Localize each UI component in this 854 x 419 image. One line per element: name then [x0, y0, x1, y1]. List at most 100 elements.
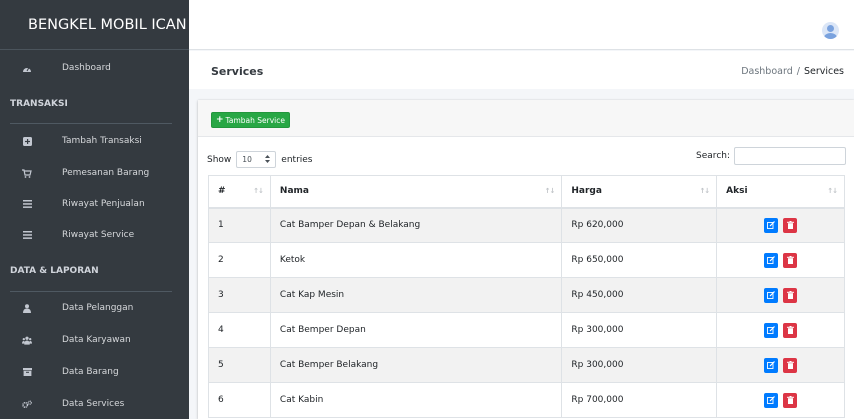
cell-no: 4 [208, 312, 271, 348]
sidebar-item-riwayat-service[interactable]: Riwayat Service [0, 220, 189, 250]
sidebar-item-data-pelanggan[interactable]: Data Pelanggan [0, 293, 189, 323]
search-wrap: Search: [696, 147, 846, 165]
sidebar-item-data-karyawan[interactable]: Data Karyawan [0, 325, 189, 355]
sidebar-item-label: Data Pelanggan [62, 303, 134, 313]
cell-no: 5 [208, 347, 271, 383]
sidebar-item-data-services[interactable]: Data Services [0, 389, 189, 419]
cell-aksi [716, 242, 845, 278]
sidebar-item-label: Tambah Transaksi [62, 136, 142, 146]
table-row: 5 Cat Bemper Belakang Rp 300,000 [208, 347, 845, 383]
section-header-transaksi: TRANSAKSI [10, 99, 68, 109]
services-card: + Tambah Service Show 10 entries Search:… [198, 100, 854, 419]
select-arrows-icon [265, 154, 271, 165]
column-header-no[interactable]: # ↑↓ [208, 175, 271, 209]
cell-harga: Rp 650,000 [561, 242, 718, 278]
cell-nama: Cat Kap Mesin [269, 277, 563, 313]
sidebar: BENGKEL MOBIL ICAN Dashboard TRANSAKSI T… [0, 0, 189, 419]
sidebar-item-label: Riwayat Penjualan [62, 199, 145, 209]
column-header-nama[interactable]: Nama ↑↓ [269, 175, 563, 209]
cell-harga: Rp 300,000 [561, 347, 718, 383]
cell-harga: Rp 620,000 [561, 207, 718, 243]
trash-icon [786, 256, 794, 264]
edit-button[interactable] [764, 252, 779, 268]
divider [10, 291, 172, 292]
cell-nama: Cat Bamper Depan & Belakang [269, 207, 563, 243]
edit-icon [767, 221, 776, 230]
search-label: Search: [696, 151, 730, 161]
tambah-service-label: Tambah Service [225, 115, 286, 125]
delete-button[interactable] [783, 357, 798, 373]
sidebar-item-tambah-transaksi[interactable]: Tambah Transaksi [0, 126, 189, 156]
table-row: 1 Cat Bamper Depan & Belakang Rp 620,000 [208, 207, 845, 243]
page-title: Services [211, 65, 264, 78]
edit-button[interactable] [764, 357, 779, 373]
trash-icon [786, 361, 794, 369]
breadcrumb-active: Services [803, 66, 844, 77]
edit-icon [767, 326, 776, 334]
plus-square-icon [22, 136, 32, 146]
sort-icon: ↑↓ [544, 187, 556, 195]
table-row: 2 Ketok Rp 650,000 [208, 242, 845, 278]
dashboard-icon [22, 63, 32, 73]
tambah-service-button[interactable]: + Tambah Service [211, 112, 291, 128]
column-header-harga[interactable]: Harga ↑↓ [561, 175, 718, 209]
cell-aksi [716, 382, 845, 418]
delete-button[interactable] [783, 392, 798, 408]
cell-nama: Cat Bemper Belakang [269, 347, 563, 383]
sidebar-item-label: Data Karyawan [62, 335, 131, 345]
user-icon [22, 303, 32, 313]
column-header-aksi[interactable]: Aksi ↑↓ [716, 175, 845, 209]
cell-no: 1 [208, 207, 271, 243]
edit-icon [767, 291, 776, 299]
delete-button[interactable] [783, 322, 798, 338]
plus-icon: + [216, 115, 224, 125]
edit-icon [767, 256, 776, 264]
list-icon [22, 230, 32, 240]
search-input[interactable] [734, 147, 846, 165]
cell-no: 2 [208, 242, 271, 278]
entries-select[interactable]: 10 [236, 151, 277, 168]
sort-icon: ↑↓ [827, 187, 838, 195]
edit-icon [767, 361, 776, 369]
brand-title[interactable]: BENGKEL MOBIL ICAN [0, 0, 189, 50]
cell-harga: Rp 450,000 [561, 277, 718, 313]
top-navbar [189, 0, 854, 50]
sidebar-item-dashboard[interactable]: Dashboard [0, 53, 189, 83]
sidebar-item-label: Riwayat Service [62, 230, 135, 240]
show-entries: Show 10 entries [207, 151, 313, 168]
edit-button[interactable] [764, 287, 779, 303]
sidebar-item-label: Data Services [62, 399, 125, 409]
edit-button[interactable] [764, 392, 779, 408]
show-label: Show [207, 154, 232, 165]
breadcrumb-separator: / [796, 66, 800, 77]
trash-icon [786, 326, 794, 334]
cell-no: 3 [208, 277, 271, 313]
cell-harga: Rp 700,000 [561, 382, 718, 418]
cell-aksi [716, 347, 845, 383]
content-header: Services Dashboard / Services [189, 51, 854, 89]
delete-button[interactable] [783, 252, 798, 268]
sort-icon: ↑↓ [253, 187, 264, 195]
cell-no: 6 [208, 382, 271, 418]
entries-label: entries [281, 154, 313, 165]
trash-icon [786, 396, 794, 404]
sidebar-item-pemesanan-barang[interactable]: Pemesanan Barang [0, 158, 189, 188]
delete-button[interactable] [783, 217, 798, 233]
edit-button[interactable] [764, 217, 779, 233]
table-row: 4 Cat Bemper Depan Rp 300,000 [208, 312, 845, 348]
delete-button[interactable] [783, 287, 798, 303]
services-table: # ↑↓ Nama ↑↓ Harga ↑↓ Aksi ↑↓ 1 Cat Bamper D… [208, 175, 845, 418]
sidebar-item-label: Dashboard [62, 63, 111, 73]
cogs-icon [22, 399, 32, 409]
section-header-data-laporan: DATA & LAPORAN [10, 266, 99, 276]
sidebar-item-data-barang[interactable]: Data Barang [0, 357, 189, 387]
breadcrumb-home-link[interactable]: Dashboard [741, 66, 793, 77]
user-avatar-icon[interactable] [822, 22, 839, 39]
edit-button[interactable] [764, 322, 779, 338]
divider [10, 123, 172, 124]
sort-icon: ↑↓ [699, 187, 710, 195]
breadcrumb: Dashboard / Services [741, 66, 844, 77]
cell-nama: Ketok [269, 242, 563, 278]
users-icon [22, 335, 32, 345]
sidebar-item-riwayat-penjualan[interactable]: Riwayat Penjualan [0, 189, 189, 219]
